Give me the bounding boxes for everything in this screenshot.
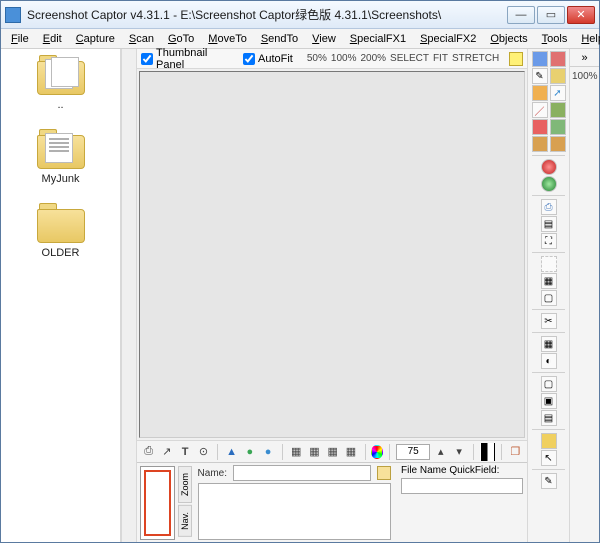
zoom-option[interactable]: 200% bbox=[360, 53, 386, 64]
rtool-share-icon[interactable]: ➚ bbox=[550, 85, 566, 101]
menu-scan[interactable]: Scan bbox=[123, 31, 160, 47]
menu-specialfx1[interactable]: SpecialFX1 bbox=[344, 31, 412, 47]
bottom-toolbar: ⎙ ↗ T ⊙ ▲ ● ● ▦ ▦ ▦ ▦ ▴ ▾ bbox=[137, 440, 527, 462]
minimize-button[interactable]: — bbox=[507, 6, 535, 24]
menu-edit[interactable]: Edit bbox=[37, 31, 68, 47]
spin-up-icon[interactable]: ▴ bbox=[433, 443, 448, 461]
zoom-option[interactable]: SELECT bbox=[390, 53, 429, 64]
zoom-option[interactable]: 100% bbox=[331, 53, 357, 64]
rtool-doc-icon[interactable]: ▤ bbox=[541, 216, 557, 232]
menu-tools[interactable]: Tools bbox=[536, 31, 574, 47]
zoom-option[interactable]: 50% bbox=[307, 53, 327, 64]
rtool-color-icon[interactable] bbox=[532, 119, 548, 135]
thumbnail-topbar: Thumbnail Panel AutoFit 50% 100%200% SELEC… bbox=[137, 49, 527, 69]
rtool-ball-green-icon[interactable] bbox=[541, 176, 557, 192]
tool-arrow-icon[interactable]: ↗ bbox=[159, 443, 174, 461]
rtool-frame-icon[interactable]: ▢ bbox=[541, 290, 557, 306]
rtool-select-icon[interactable] bbox=[541, 256, 557, 272]
menu-help[interactable]: Help bbox=[575, 31, 600, 47]
titlebar: Screenshot Captor v4.31.1 - E:\Screensho… bbox=[1, 1, 599, 29]
app-icon bbox=[5, 7, 21, 23]
menu-file[interactable]: File bbox=[5, 31, 35, 47]
rtool-wand-icon[interactable]: ✎ bbox=[532, 68, 548, 84]
rtool-image-icon[interactable] bbox=[550, 102, 566, 118]
tool-grid4-icon[interactable]: ▦ bbox=[343, 443, 358, 461]
rtool-erase-icon[interactable] bbox=[541, 433, 557, 449]
nav-preview[interactable] bbox=[140, 466, 175, 540]
menu-view[interactable]: View bbox=[306, 31, 342, 47]
right-toolbar: ✎ ➚ ／ ⎙ ▤ ⛶ ▦ ▢ ✂ ▦ ◐ ▢ ▣ ▤ bbox=[527, 49, 569, 542]
rtool-crop2-icon[interactable] bbox=[550, 136, 566, 152]
window-title: Screenshot Captor v4.31.1 - E:\Screensho… bbox=[27, 6, 507, 23]
name-action-icon[interactable] bbox=[377, 466, 391, 480]
thumbnail-panel-checkbox[interactable]: Thumbnail Panel bbox=[141, 47, 237, 71]
tool-grid1-icon[interactable]: ▦ bbox=[289, 443, 304, 461]
autofit-checkbox[interactable]: AutoFit bbox=[243, 53, 293, 65]
quickfield-label: File Name QuickField: bbox=[401, 465, 523, 476]
rtool-edit-icon[interactable]: ✎ bbox=[541, 473, 557, 489]
rtool-delete-icon[interactable] bbox=[550, 51, 566, 67]
rtool-save-icon[interactable] bbox=[532, 51, 548, 67]
tool-circle-green-icon[interactable]: ● bbox=[242, 443, 257, 461]
folder-label: .. bbox=[57, 99, 63, 111]
menu-moveto[interactable]: MoveTo bbox=[202, 31, 253, 47]
maximize-button[interactable]: ▭ bbox=[537, 6, 565, 24]
rtool-cropbox-icon[interactable]: ✂ bbox=[541, 313, 557, 329]
folder-item[interactable]: OLDER bbox=[1, 203, 120, 259]
vtab-zoom[interactable]: Zoom bbox=[178, 466, 192, 503]
rtool-border2-icon[interactable]: ▣ bbox=[541, 393, 557, 409]
color-swatch[interactable] bbox=[509, 52, 523, 66]
menu-sendto[interactable]: SendTo bbox=[255, 31, 304, 47]
menu-specialfx2[interactable]: SpecialFX2 bbox=[414, 31, 482, 47]
folder-label: OLDER bbox=[42, 247, 80, 259]
menubar: FileEditCaptureScanGoToMoveToSendToViewS… bbox=[1, 29, 599, 49]
tool-copy-icon[interactable]: ❐ bbox=[508, 443, 523, 461]
folder-label: MyJunk bbox=[42, 173, 80, 185]
menu-objects[interactable]: Objects bbox=[484, 31, 533, 47]
rtool-crop1-icon[interactable] bbox=[532, 136, 548, 152]
rtool-expand-icon[interactable]: ⛶ bbox=[541, 233, 557, 249]
preview-canvas[interactable] bbox=[139, 71, 525, 438]
spin-down-icon[interactable]: ▾ bbox=[451, 443, 466, 461]
memo-textarea[interactable] bbox=[198, 483, 391, 540]
name-label: Name: bbox=[198, 468, 227, 479]
rtool-cursor-icon[interactable]: ↖ bbox=[541, 450, 557, 466]
rtool-border1-icon[interactable]: ▢ bbox=[541, 376, 557, 392]
right-chevron-icon[interactable]: » bbox=[570, 49, 599, 67]
tool-print-icon[interactable]: ⎙ bbox=[141, 443, 156, 461]
menu-capture[interactable]: Capture bbox=[70, 31, 121, 47]
zoom-percent-label: 100% bbox=[570, 67, 600, 86]
tool-colorwheel-icon[interactable] bbox=[371, 445, 383, 459]
tool-toggle-icon[interactable]: ⊙ bbox=[196, 443, 211, 461]
quickfield-input[interactable] bbox=[401, 478, 523, 494]
zoom-option[interactable]: STRETCH bbox=[452, 53, 499, 64]
rtool-layout-icon[interactable]: ▦ bbox=[541, 273, 557, 289]
menu-goto[interactable]: GoTo bbox=[162, 31, 200, 47]
folder-item[interactable]: MyJunk bbox=[1, 129, 120, 185]
close-button[interactable]: ✕ bbox=[567, 6, 595, 24]
vtab-nav[interactable]: Nav. bbox=[178, 505, 192, 537]
folder-sidebar: .. MyJunk OLDER bbox=[1, 49, 121, 542]
rtool-highlight-icon[interactable] bbox=[532, 85, 548, 101]
rtool-print2-icon[interactable]: ⎙ bbox=[541, 199, 557, 215]
zoom-option[interactable]: FIT bbox=[433, 53, 448, 64]
zoom-spin-input[interactable] bbox=[396, 444, 430, 460]
rtool-fx-icon[interactable] bbox=[550, 68, 566, 84]
folder-item[interactable]: .. bbox=[1, 55, 120, 111]
tool-grid2-icon[interactable]: ▦ bbox=[307, 443, 322, 461]
rtool-grid-icon[interactable]: ▦ bbox=[541, 336, 557, 352]
tool-triangle-icon[interactable]: ▲ bbox=[224, 443, 239, 461]
rtool-brush-icon[interactable]: ／ bbox=[532, 102, 548, 118]
tool-grid3-icon[interactable]: ▦ bbox=[325, 443, 340, 461]
rtool-ball-red-icon[interactable] bbox=[541, 159, 557, 175]
tool-contrast-icon[interactable] bbox=[480, 443, 495, 461]
rtool-border3-icon[interactable]: ▤ bbox=[541, 410, 557, 426]
sidebar-scrollbar[interactable] bbox=[121, 49, 137, 542]
tool-circle-blue-icon[interactable]: ● bbox=[260, 443, 275, 461]
rtool-invert-icon[interactable]: ◐ bbox=[541, 353, 557, 369]
tool-text-icon[interactable]: T bbox=[178, 443, 193, 461]
name-input[interactable] bbox=[233, 465, 371, 481]
rtool-copyimg-icon[interactable] bbox=[550, 119, 566, 135]
